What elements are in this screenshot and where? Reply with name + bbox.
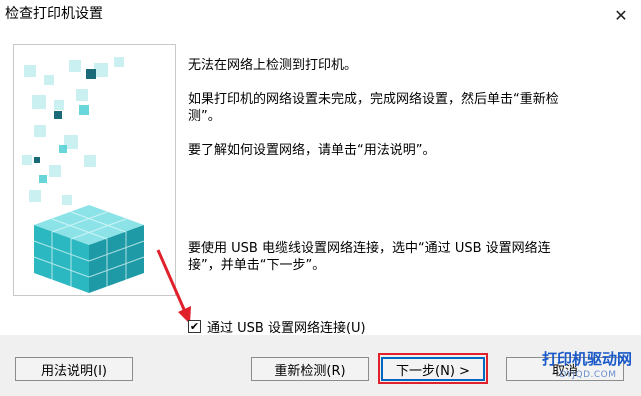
usb-setup-checkbox-row[interactable]: ✔ 通过 USB 设置网络连接(U) [188, 318, 366, 336]
help-button[interactable]: 用法说明(I) [15, 357, 133, 381]
help-button-label: 用法说明(I) [41, 363, 107, 379]
message-line-2: 如果打印机的网络设置未完成，完成网络设置，然后单击“重新检 测”。 [188, 92, 559, 124]
message-line-1: 无法在网络上检测到打印机。 [188, 58, 358, 73]
usb-setup-checkbox-label: 通过 USB 设置网络连接(U) [207, 320, 366, 336]
next-button-highlight [378, 353, 488, 384]
watermark-brand: 打印机驱动网 [541, 350, 632, 368]
error-message: 无法在网络上检测到打印机。 如果打印机的网络设置未完成，完成网络设置，然后单击“… [188, 40, 628, 176]
redetect-button-label: 重新检测(R) [274, 363, 346, 379]
message-line-3: 要了解如何设置网络，请单击“用法说明”。 [188, 143, 436, 158]
window-title: 检查打印机设置 [5, 6, 103, 22]
checkmark-icon: ✔ [189, 319, 200, 333]
watermark-url: DYJQD.COM [559, 370, 617, 380]
usb-hint-text: 要使用 USB 电缆线设置网络连接，选中“通过 USB 设置网络连 接”，并单击… [188, 241, 551, 273]
title-bar: 检查打印机设置 ✕ [0, 0, 641, 31]
usb-setup-checkbox[interactable]: ✔ [188, 319, 201, 333]
red-arrow-annotation [156, 249, 191, 324]
redetect-button[interactable]: 重新检测(R) [251, 357, 369, 381]
close-button[interactable]: ✕ [601, 0, 641, 30]
cube-stack [33, 205, 145, 293]
close-icon: ✕ [614, 5, 628, 25]
